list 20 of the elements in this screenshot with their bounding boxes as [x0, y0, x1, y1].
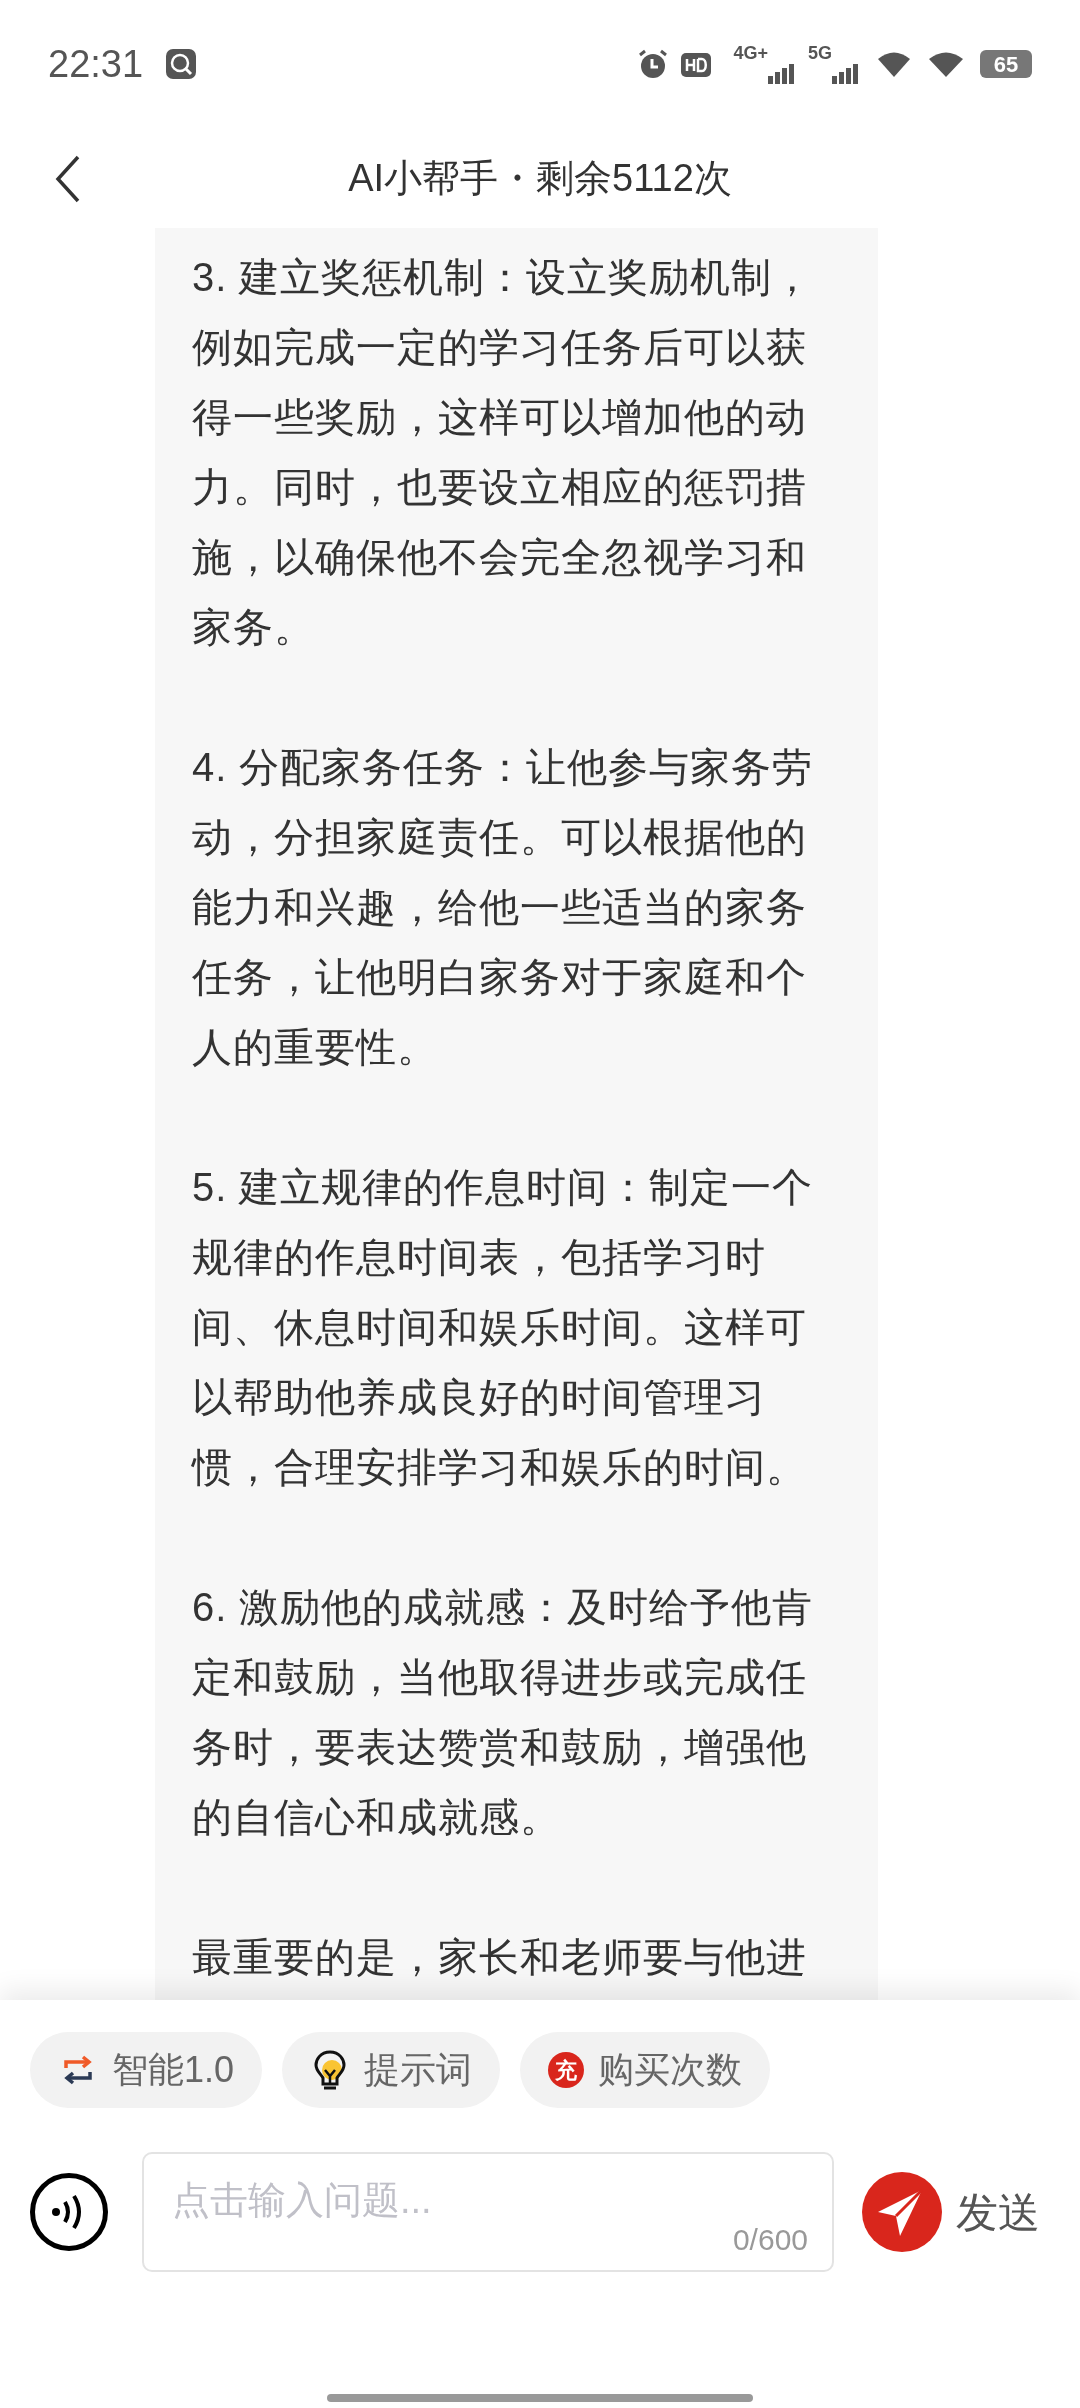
character-counter: 0/600 [732, 2222, 808, 2258]
message-paragraph: 5. 建立规律的作息时间：制定一个规律的作息时间表，包括学习时间、休息时间和娱乐时间。这样可以帮助他养成良好的时间管理习惯，合理安排学习和娱乐的时间。 [192, 1164, 815, 1491]
chip-button[interactable]: 提示词 [282, 2032, 501, 2108]
paper-plane-icon [862, 2172, 942, 2252]
battery-indicator: 65 [980, 50, 1032, 78]
message-paragraph: 3. 建立奖惩机制：设立奖励机制，例如完成一定的学习任务后可以获得一些奖励，这样可以增加他的动力。同时，也要设立相应的惩罚措施，以确保他不会完全忽视学习和家务。 [192, 254, 815, 651]
chip-button[interactable]: 充 购买次数 [520, 2032, 771, 2108]
send-button[interactable]: 发送 [862, 2172, 1040, 2252]
alarm-icon [637, 48, 670, 80]
chip-button[interactable]: 智能1.0 [30, 2032, 263, 2108]
network-label: 4G+ [733, 44, 768, 62]
back-chevron-icon [55, 155, 81, 203]
page-title: AI小帮手・剩余5112次 [348, 155, 732, 201]
recharge-badge: 充 [548, 2052, 585, 2088]
network-label: 5G [808, 44, 832, 62]
message-paragraph: 4. 分配家务任务：让他参与家务劳动，分担家庭责任。可以根据他的能力和兴趣，给他一些适当的家务任务，让他明白家务对于家庭和个人的重要性。 [192, 744, 815, 1071]
message-paragraph: 6. 激励他的成就感：及时给予他肯定和鼓励，当他取得进步或完成任务时，要表达赞赏和鼓励，增强他的自信心和成就感。 [192, 1584, 815, 1841]
status-time: 22:31 [48, 41, 144, 87]
message-paragraph: 最重要的是，家长和老师要与他进 [192, 1934, 808, 1981]
voice-button[interactable] [30, 2173, 108, 2251]
